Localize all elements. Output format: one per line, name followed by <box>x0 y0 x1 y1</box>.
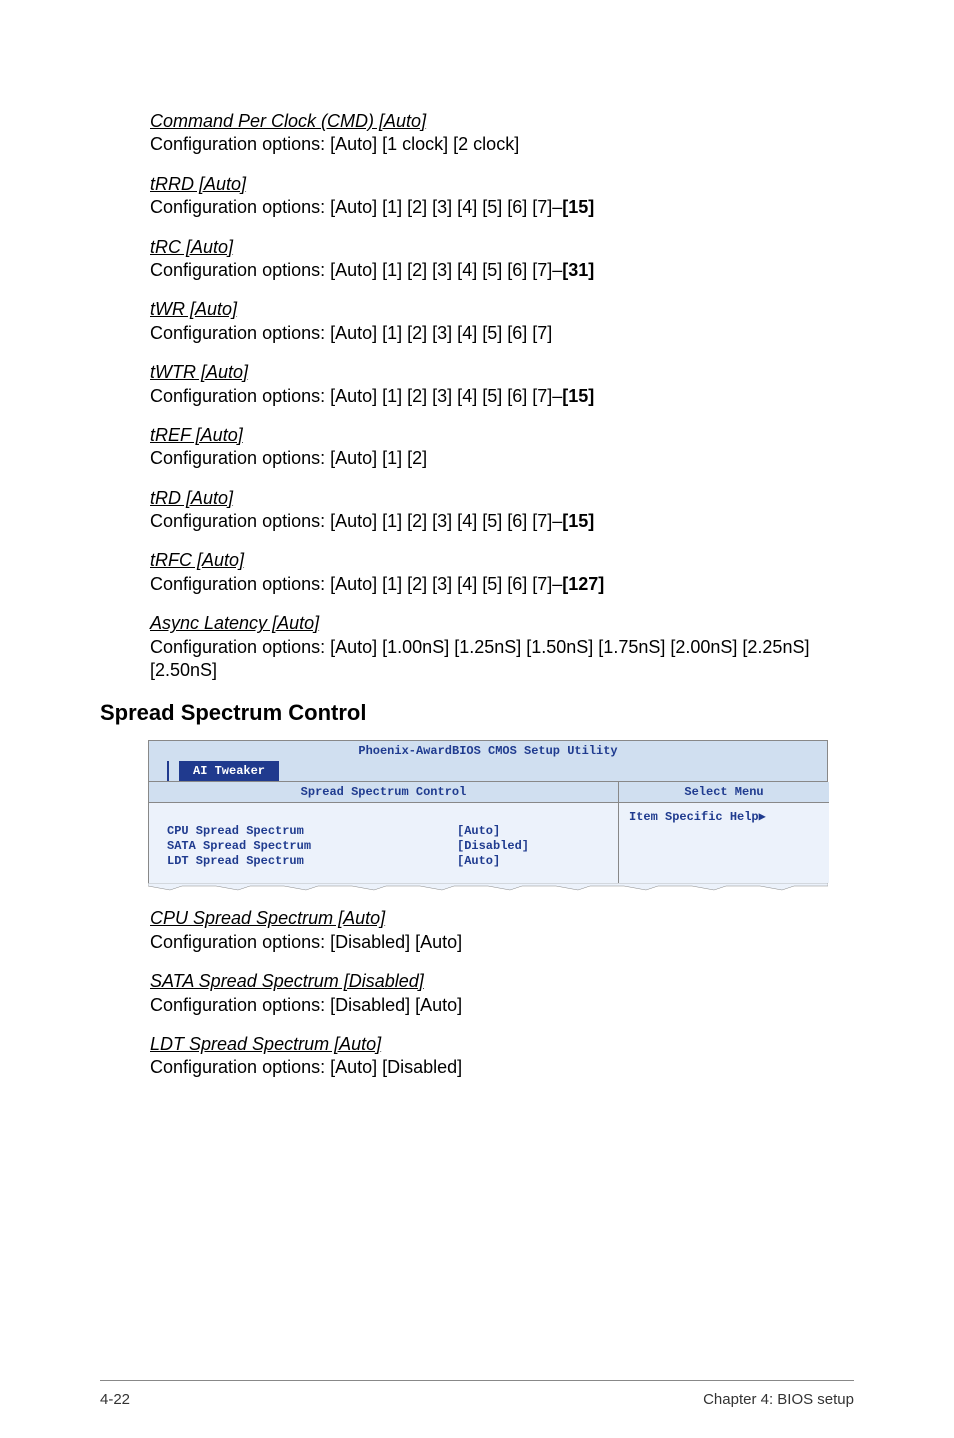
config-title: tWTR [Auto] <box>150 361 854 384</box>
config-desc-text: Configuration options: [Auto] [Disabled] <box>150 1057 462 1077</box>
bios-row[interactable]: LDT Spread Spectrum[Auto] <box>167 854 608 869</box>
config-desc-bold: [15] <box>562 197 594 217</box>
bios-row-value: [Auto] <box>457 824 500 839</box>
bios-grid: Spread Spectrum Control Select Menu CPU … <box>148 781 828 884</box>
config-title: LDT Spread Spectrum [Auto] <box>150 1033 854 1056</box>
config-title: tRC [Auto] <box>150 236 854 259</box>
bios-header-right: Select Menu <box>619 782 829 803</box>
bios-body-left: CPU Spread Spectrum[Auto]SATA Spread Spe… <box>149 803 619 883</box>
bios-row-label: CPU Spread Spectrum <box>167 824 457 839</box>
config-desc: Configuration options: [Disabled] [Auto] <box>150 994 854 1017</box>
config-desc-text: Configuration options: [Auto] [1] [2] [3… <box>150 197 562 217</box>
page-footer: 4-22 Chapter 4: BIOS setup <box>100 1380 854 1408</box>
config-desc: Configuration options: [Auto] [1] [2] [3… <box>150 259 854 282</box>
config-desc-text: Configuration options: [Auto] [1] [2] [3… <box>150 386 562 406</box>
config-desc: Configuration options: [Auto] [1] [2] [3… <box>150 385 854 408</box>
config-title: Command Per Clock (CMD) [Auto] <box>150 110 854 133</box>
config-title: CPU Spread Spectrum [Auto] <box>150 907 854 930</box>
config-desc-bold: [127] <box>562 574 604 594</box>
config-title: tWR [Auto] <box>150 298 854 321</box>
bios-panel: Phoenix-AwardBIOS CMOS Setup Utility AI … <box>148 740 828 889</box>
config-desc-bold: [15] <box>562 386 594 406</box>
bios-row-label: SATA Spread Spectrum <box>167 839 457 854</box>
bios-header-left: Spread Spectrum Control <box>149 782 619 803</box>
bios-row[interactable]: CPU Spread Spectrum[Auto] <box>167 824 608 839</box>
bios-tab-row: AI Tweaker <box>148 761 828 781</box>
config-item: tWTR [Auto] Configuration options: [Auto… <box>150 361 854 408</box>
config-title: tRFC [Auto] <box>150 549 854 572</box>
config-desc-text: Configuration options: [Auto] [1] [2] [3… <box>150 511 562 531</box>
section-heading: Spread Spectrum Control <box>100 700 854 726</box>
config-item: Command Per Clock (CMD) [Auto] Configura… <box>150 110 854 157</box>
config-desc-text: Configuration options: [Auto] [1 clock] … <box>150 134 519 154</box>
config-title: Async Latency [Auto] <box>150 612 854 635</box>
config-desc: Configuration options: [Auto] [Disabled] <box>150 1056 854 1079</box>
footer-page-number: 4-22 <box>100 1391 130 1408</box>
bios-title: Phoenix-AwardBIOS CMOS Setup Utility <box>148 740 828 761</box>
config-desc: Configuration options: [Auto] [1] [2] [3… <box>150 510 854 533</box>
config-desc: Configuration options: [Auto] [1 clock] … <box>150 133 854 156</box>
config-desc-text: Configuration options: [Auto] [1] [2] [3… <box>150 323 552 343</box>
bios-row-label: LDT Spread Spectrum <box>167 854 457 869</box>
config-title: tRRD [Auto] <box>150 173 854 196</box>
bios-torn-edge <box>148 883 828 889</box>
config-desc-bold: [15] <box>562 511 594 531</box>
config-desc: Configuration options: [Auto] [1] [2] [3… <box>150 322 854 345</box>
config-item: tRC [Auto] Configuration options: [Auto]… <box>150 236 854 283</box>
bios-tab-marker <box>167 761 179 781</box>
config-item: LDT Spread Spectrum [Auto] Configuration… <box>150 1033 854 1080</box>
config-item: tRRD [Auto] Configuration options: [Auto… <box>150 173 854 220</box>
bios-tab[interactable]: AI Tweaker <box>179 761 279 781</box>
config-item: tWR [Auto] Configuration options: [Auto]… <box>150 298 854 345</box>
config-item: CPU Spread Spectrum [Auto] Configuration… <box>150 907 854 954</box>
bios-row-value: [Auto] <box>457 854 500 869</box>
bios-row[interactable]: SATA Spread Spectrum[Disabled] <box>167 839 608 854</box>
content-area: Command Per Clock (CMD) [Auto] Configura… <box>100 110 854 1340</box>
config-desc-text: Configuration options: [Auto] [1.00nS] [… <box>150 637 809 680</box>
config-item: tREF [Auto] Configuration options: [Auto… <box>150 424 854 471</box>
bios-help-pane: Item Specific Help▶ <box>619 803 829 883</box>
bios-row-value: [Disabled] <box>457 839 529 854</box>
config-desc: Configuration options: [Auto] [1] [2] [3… <box>150 573 854 596</box>
config-desc: Configuration options: [Auto] [1.00nS] [… <box>150 636 854 683</box>
config-title: tRD [Auto] <box>150 487 854 510</box>
config-desc-text: Configuration options: [Auto] [1] [2] [3… <box>150 574 562 594</box>
config-desc-text: Configuration options: [Disabled] [Auto] <box>150 995 462 1015</box>
config-item: SATA Spread Spectrum [Disabled] Configur… <box>150 970 854 1017</box>
config-item: tRFC [Auto] Configuration options: [Auto… <box>150 549 854 596</box>
config-desc: Configuration options: [Disabled] [Auto] <box>150 931 854 954</box>
page: Command Per Clock (CMD) [Auto] Configura… <box>0 0 954 1438</box>
config-title: SATA Spread Spectrum [Disabled] <box>150 970 854 993</box>
config-desc-text: Configuration options: [Auto] [1] [2] <box>150 448 427 468</box>
config-title: tREF [Auto] <box>150 424 854 447</box>
footer-chapter-title: Chapter 4: BIOS setup <box>703 1391 854 1408</box>
config-item: Async Latency [Auto] Configuration optio… <box>150 612 854 682</box>
config-desc: Configuration options: [Auto] [1] [2] <box>150 447 854 470</box>
config-desc-text: Configuration options: [Disabled] [Auto] <box>150 932 462 952</box>
config-desc: Configuration options: [Auto] [1] [2] [3… <box>150 196 854 219</box>
config-item: tRD [Auto] Configuration options: [Auto]… <box>150 487 854 534</box>
config-desc-bold: [31] <box>562 260 594 280</box>
config-desc-text: Configuration options: [Auto] [1] [2] [3… <box>150 260 562 280</box>
